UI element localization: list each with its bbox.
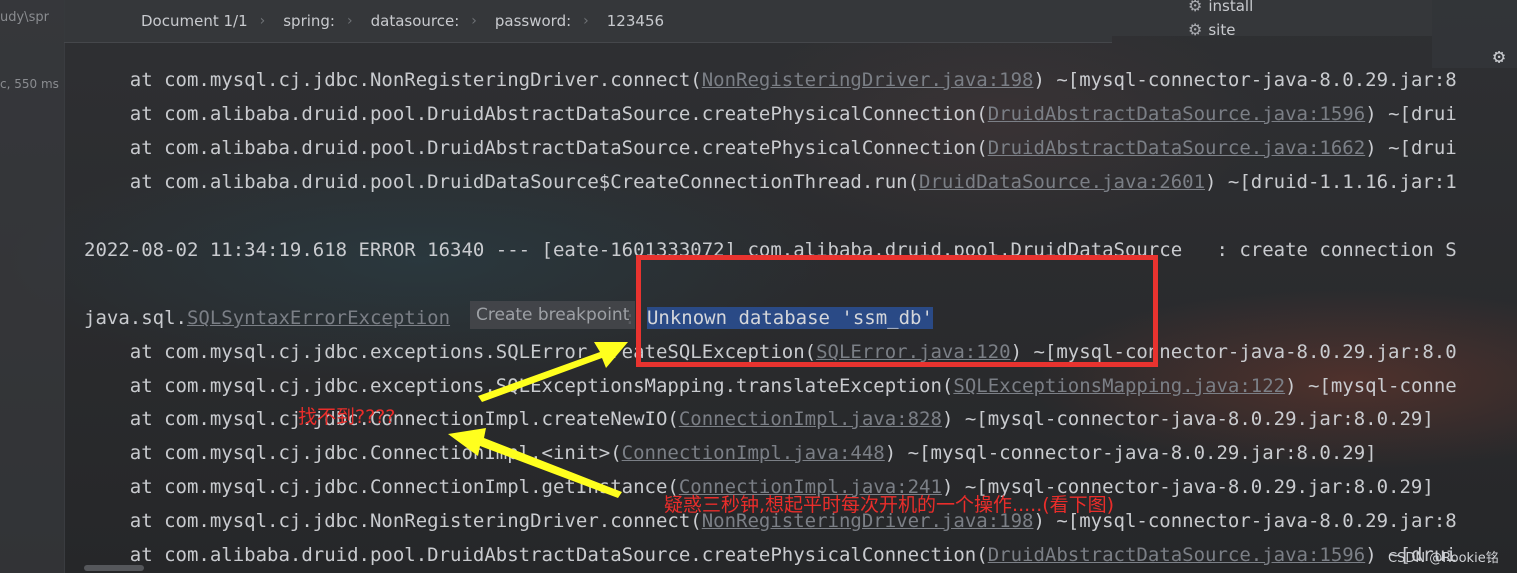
horizontal-scrollbar[interactable] — [84, 565, 144, 571]
arrow-up-left — [448, 428, 622, 498]
watermark: CSDN @Rookie铭 — [1388, 551, 1499, 566]
annotation-puzzled: 疑惑三秒钟,想起平时每次开机的一个操作.....(看下图) — [664, 494, 1115, 516]
annotation-cannot-find: 找不到???? — [298, 406, 396, 428]
annotation-arrows — [448, 342, 628, 498]
arrow-up-right — [478, 342, 628, 402]
